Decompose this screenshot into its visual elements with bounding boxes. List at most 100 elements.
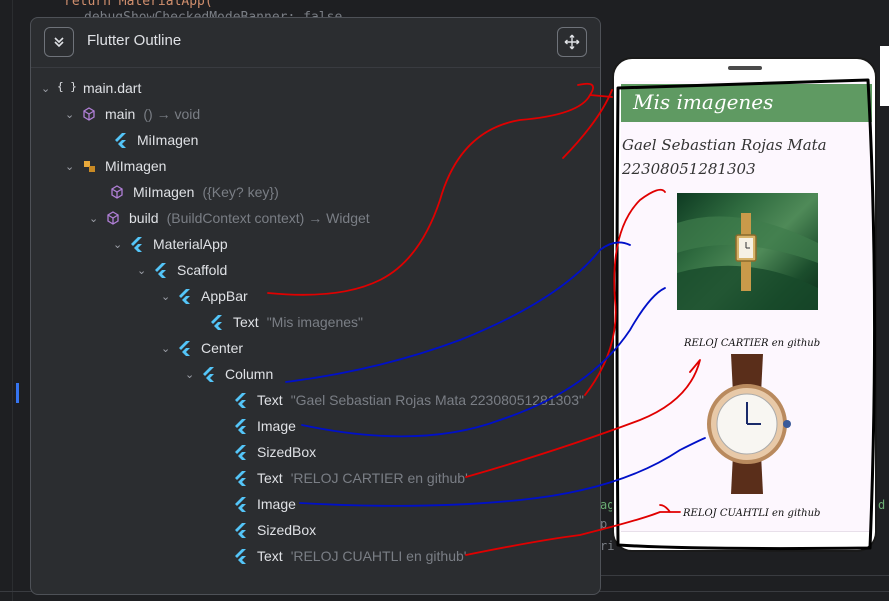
tree-item-label: Text	[233, 314, 259, 330]
tree-item-label: Column	[225, 366, 274, 382]
tree-item-signature: "Mis imagenes"	[266, 314, 363, 330]
student-id-line: 22308051281303	[622, 160, 756, 178]
tree-item-signature: (BuildContext context) → Widget	[166, 210, 370, 226]
tree-item-signature: "Gael Sebastian Rojas Mata 2230805128130…	[290, 392, 584, 408]
tree-item-miimagen-call[interactable]: MiImagen	[111, 130, 198, 150]
collapse-all-icon	[54, 37, 64, 48]
phone-preview: Mis imagenes Gael Sebastian Rojas Mata 2…	[612, 57, 877, 552]
flutter-widget-icon	[203, 367, 214, 382]
method-cube-icon	[107, 211, 119, 225]
flutter-widget-icon	[235, 393, 246, 408]
cartier-watch-image	[677, 193, 818, 310]
tree-item-main-dart[interactable]: ⌄ { } main.dart	[41, 78, 141, 98]
tree-item-column-text-name[interactable]: Text "Gael Sebastian Rojas Mata 22308051…	[231, 390, 584, 410]
side-panel-edge	[880, 46, 889, 106]
panel-title: Flutter Outline	[87, 32, 182, 49]
code-fragment: d	[878, 498, 886, 512]
class-icon	[84, 161, 95, 172]
flutter-outline-panel: Flutter Outline ⌄ { } main.dart ⌄ main (…	[30, 17, 601, 595]
method-cube-icon	[111, 185, 123, 199]
flutter-widget-icon	[235, 471, 246, 486]
chevron-down-icon[interactable]: ⌄	[65, 108, 79, 121]
tree-item-materialapp[interactable]: ⌄ MaterialApp	[113, 234, 228, 254]
chevron-down-icon[interactable]: ⌄	[113, 238, 127, 251]
tree-item-signature: () → void	[143, 106, 201, 122]
divider	[601, 575, 889, 576]
flutter-widget-icon	[155, 263, 166, 278]
method-cube-icon	[83, 107, 95, 121]
tree-item-image-1[interactable]: Image	[231, 416, 296, 436]
tree-item-label: SizedBox	[257, 444, 317, 460]
tree-item-appbar-text[interactable]: Text "Mis imagenes"	[207, 312, 363, 332]
chevron-down-icon[interactable]: ⌄	[65, 160, 79, 173]
caption-cartier: RELOJ CARTIER en github	[684, 338, 821, 349]
tree-item-label: MiImagen	[105, 158, 167, 174]
collapse-all-button[interactable]	[44, 27, 74, 57]
flutter-widget-icon	[179, 341, 190, 356]
flutter-widget-icon	[235, 549, 246, 564]
phone-notch	[728, 66, 762, 70]
move-arrows-icon	[564, 34, 580, 50]
flutter-widget-icon	[131, 237, 142, 252]
tree-item-text-cartier[interactable]: Text 'RELOJ CARTIER en github'	[231, 468, 468, 488]
tree-item-label: MaterialApp	[153, 236, 228, 252]
code-fragment: ri	[600, 539, 615, 553]
tree-item-label: Text	[257, 392, 283, 408]
tree-item-label: build	[129, 210, 159, 226]
flutter-widget-icon	[211, 315, 222, 330]
chevron-down-icon[interactable]: ⌄	[161, 290, 175, 303]
tree-item-label: Center	[201, 340, 244, 356]
chevron-down-icon[interactable]: ⌄	[41, 82, 55, 95]
line-gutter	[0, 0, 13, 601]
tree-item-main[interactable]: ⌄ main () → void	[65, 104, 200, 124]
flutter-widget-icon	[235, 497, 246, 512]
tree-item-label: Scaffold	[177, 262, 228, 278]
chevron-down-icon[interactable]: ⌄	[185, 368, 199, 381]
flutter-widget-icon	[235, 445, 246, 460]
chevron-down-icon[interactable]: ⌄	[137, 264, 151, 277]
tree-item-label: main.dart	[83, 80, 142, 96]
chevron-down-icon[interactable]: ⌄	[89, 212, 103, 225]
student-name-line: Gael Sebastian Rojas Mata	[622, 136, 827, 154]
tree-item-label: MiImagen	[137, 132, 199, 148]
tree-item-sizedbox-2[interactable]: SizedBox	[231, 520, 316, 540]
tree-item-column[interactable]: ⌄ Column	[185, 364, 273, 384]
tree-item-image-2[interactable]: Image	[231, 494, 296, 514]
tree-item-signature: 'RELOJ CUAHTLI en github'	[290, 548, 467, 564]
cuahtli-watch-image	[701, 354, 793, 494]
flutter-widget-icon	[115, 133, 126, 148]
phone-screen: Mis imagenes Gael Sebastian Rojas Mata 2…	[621, 81, 872, 532]
code-fragment: p	[600, 517, 608, 531]
caption-cuahtli: RELOJ CUAHTLI en github	[683, 508, 821, 519]
tree-item-build[interactable]: ⌄ build (BuildContext context) → Widget	[89, 208, 370, 228]
tree-item-label: MiImagen	[133, 184, 195, 200]
panel-header: Flutter Outline	[31, 18, 600, 68]
divider	[621, 531, 872, 532]
tree-item-scaffold[interactable]: ⌄ Scaffold	[137, 260, 227, 280]
tree-item-appbar[interactable]: ⌄ AppBar	[161, 286, 248, 306]
move-button[interactable]	[557, 27, 587, 57]
tree-item-text-cuahtli[interactable]: Text 'RELOJ CUAHTLI en github'	[231, 546, 466, 566]
tree-item-label: Text	[257, 470, 283, 486]
app-bar-title: Mis imagenes	[633, 90, 774, 114]
tree-item-label: Image	[257, 418, 296, 434]
flutter-widget-icon	[235, 419, 246, 434]
flutter-widget-icon	[179, 289, 190, 304]
tree-item-signature: ({Key? key})	[202, 184, 279, 200]
tree-item-miimagen-constructor[interactable]: MiImagen ({Key? key})	[107, 182, 279, 202]
code-line[interactable]: return MaterialApp(	[64, 0, 213, 9]
tree-item-signature: 'RELOJ CARTIER en github'	[290, 470, 468, 486]
app-bar: Mis imagenes	[621, 84, 872, 122]
chevron-down-icon[interactable]: ⌄	[161, 342, 175, 355]
tree-item-label: Text	[257, 548, 283, 564]
change-marker	[16, 383, 19, 403]
tree-item-miimagen-class[interactable]: ⌄ MiImagen	[65, 156, 166, 176]
tree-item-label: AppBar	[201, 288, 248, 304]
tree-item-center[interactable]: ⌄ Center	[161, 338, 243, 358]
tree-item-sizedbox-1[interactable]: SizedBox	[231, 442, 316, 462]
tree-item-label: Image	[257, 496, 296, 512]
tree-item-label: main	[105, 106, 136, 122]
flutter-widget-icon	[235, 523, 246, 538]
file-braces-icon: { }	[57, 80, 77, 93]
cartier-watch-illustration	[677, 213, 818, 310]
